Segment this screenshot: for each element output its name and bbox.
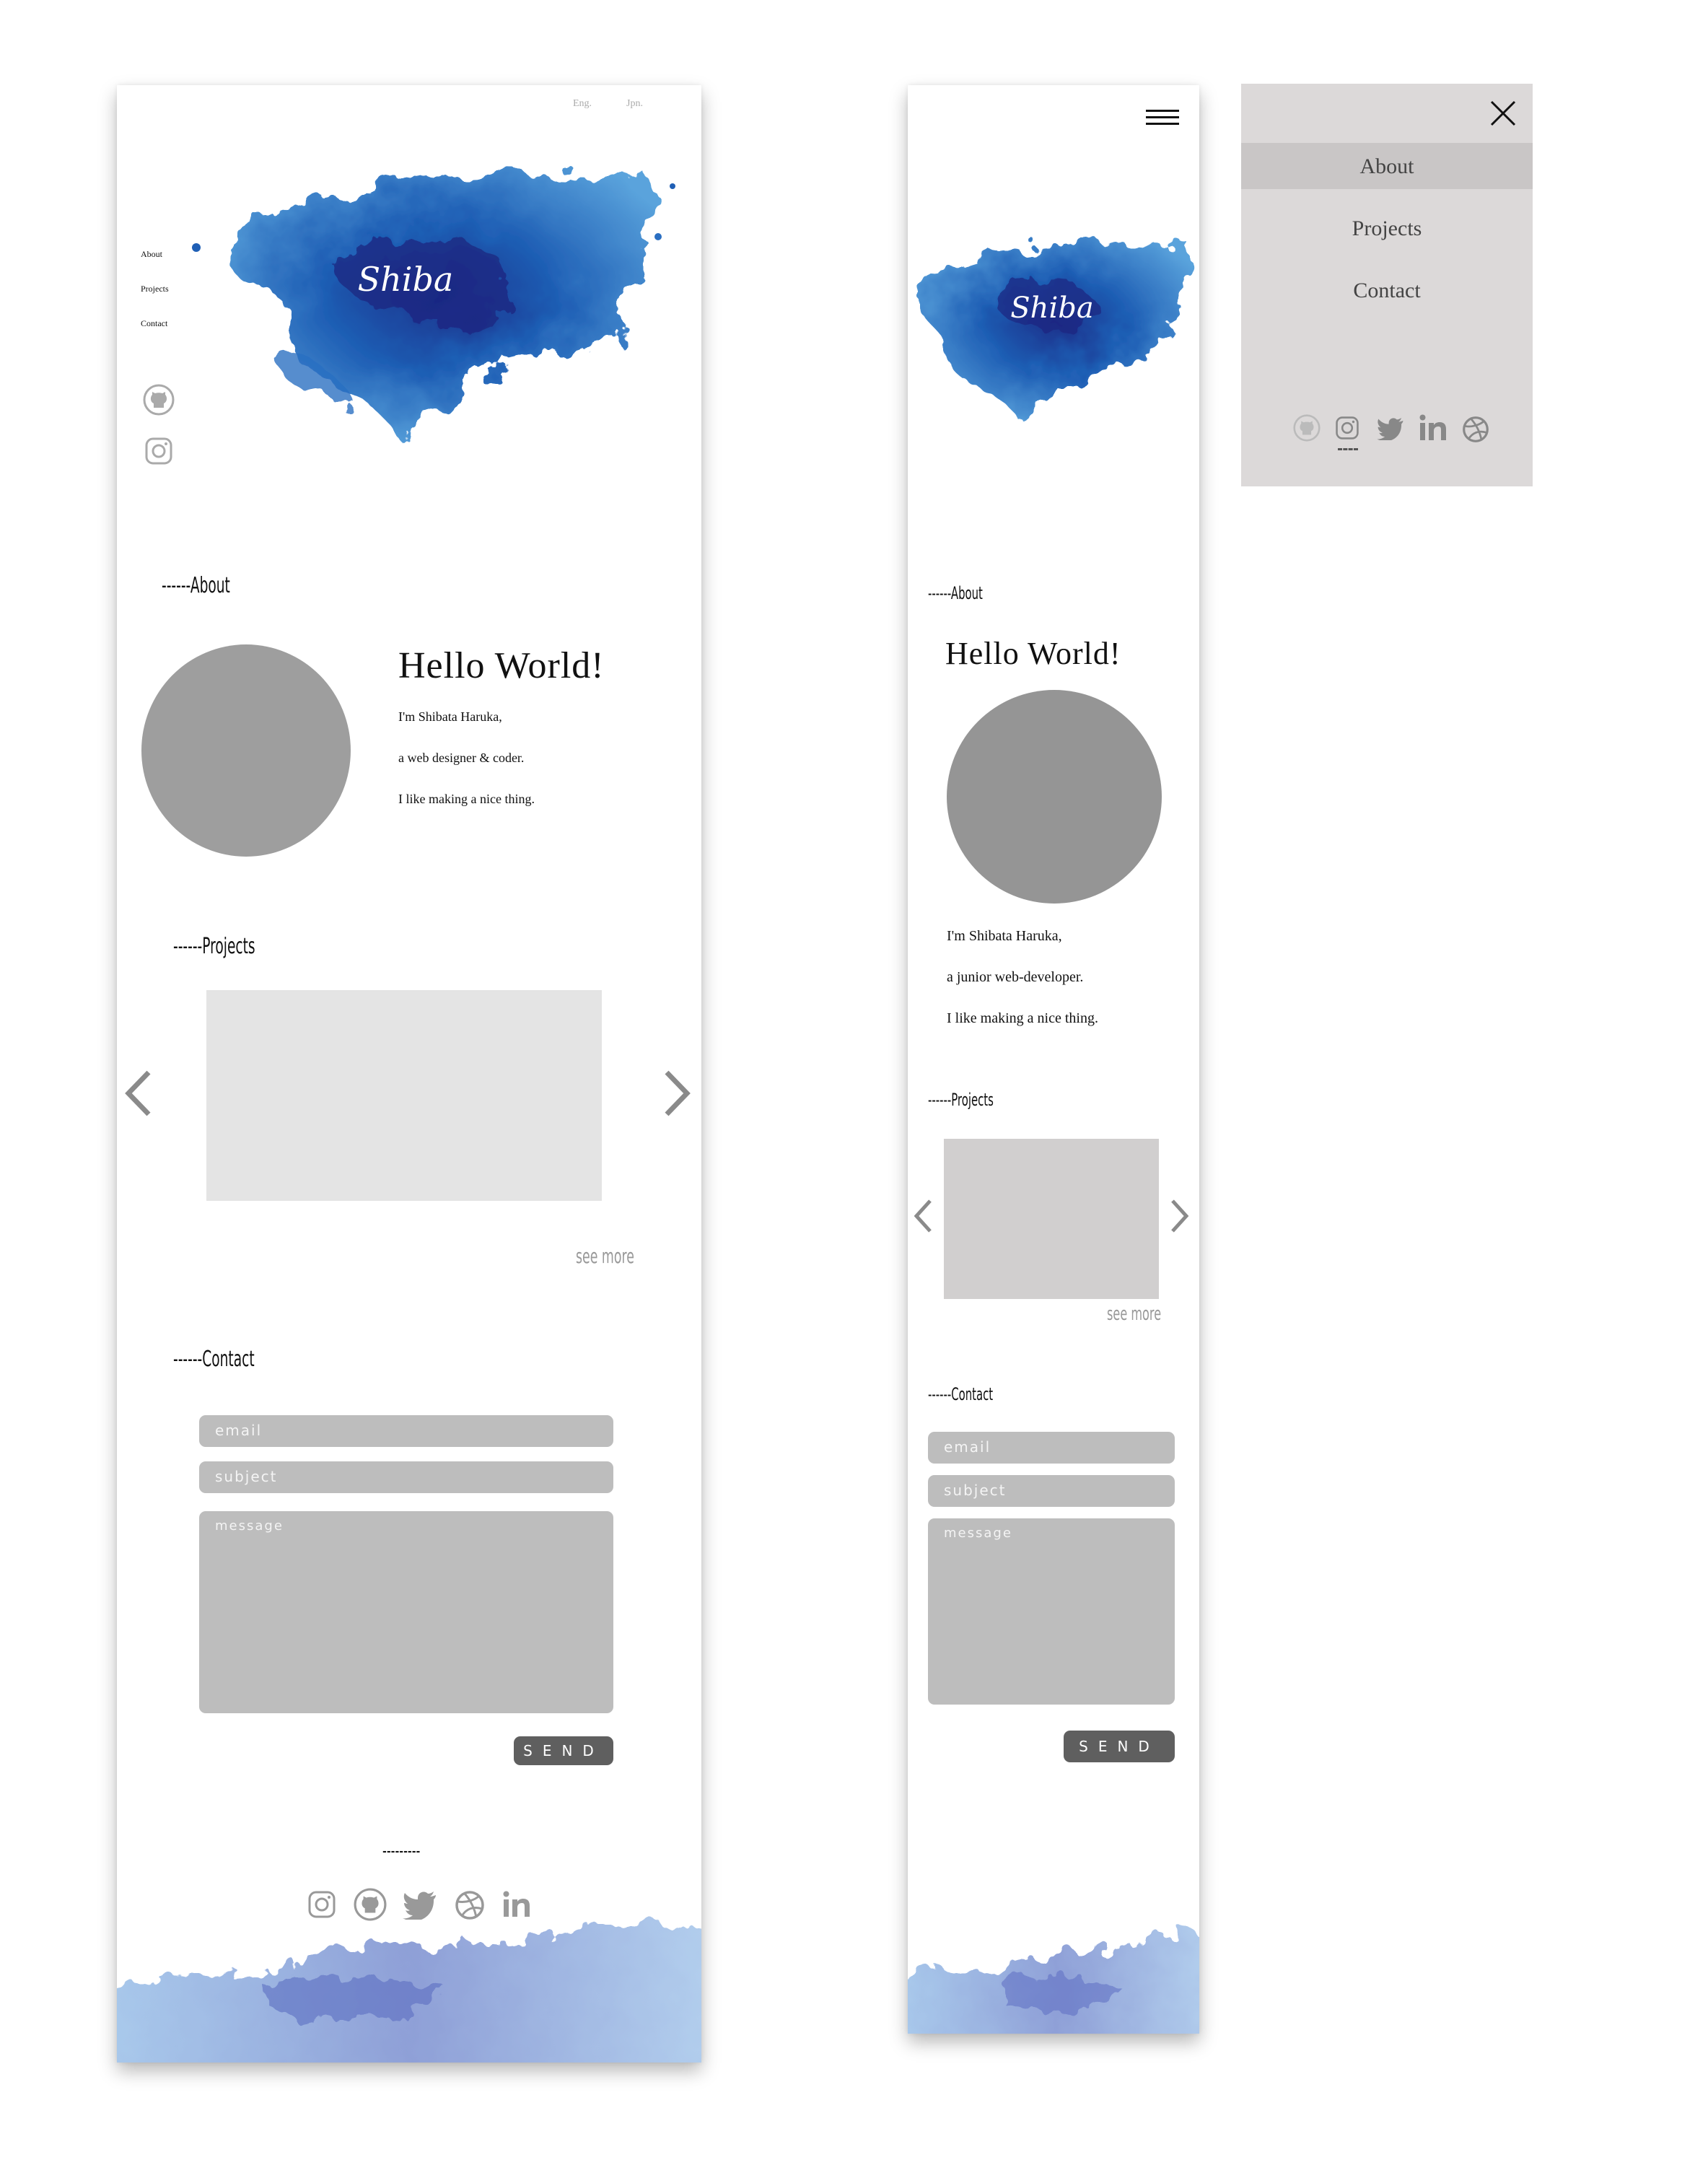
footer-divider: --------- [382,1840,421,1862]
see-more-link[interactable]: see more [576,1244,634,1268]
lang-eng-link[interactable]: Eng. [573,98,592,110]
logo-text: Shiba [358,260,454,299]
send-button[interactable]: SEND [1064,1731,1175,1762]
subject-field[interactable]: subject [199,1461,613,1493]
menu-item-label: Projects [1352,216,1422,240]
logo-text: Shiba [1010,292,1093,325]
about-line-3: I like making a nice thing. [398,792,535,806]
menu-item-about[interactable]: About [1241,143,1533,189]
active-indicator [1338,448,1358,450]
close-icon[interactable] [1489,100,1517,127]
watercolor-logo: Shiba [192,172,675,446]
menu-item-contact[interactable]: Contact [1241,267,1533,313]
project-slide-placeholder[interactable] [206,990,602,1201]
profile-photo-placeholder [947,690,1162,904]
message-field[interactable]: message [199,1511,613,1713]
send-button[interactable]: SEND [514,1736,613,1765]
side-nav-projects[interactable]: Projects [141,284,169,294]
message-field[interactable]: message [928,1518,1175,1705]
email-field[interactable]: email [928,1432,1175,1464]
projects-heading: ------Projects [928,1090,994,1110]
about-line-2: a web designer & coder. [398,751,525,765]
twitter-icon[interactable] [1377,417,1404,440]
projects-heading: ------Projects [173,934,255,959]
carousel-prev-icon[interactable] [912,1198,934,1234]
mobile-page: Shiba ------About Hello World! I'm Shiba… [908,85,1199,2034]
instagram-icon[interactable] [144,437,173,465]
profile-photo-placeholder [141,644,351,857]
github-icon[interactable] [1293,414,1321,442]
menu-item-label: Contact [1353,279,1421,302]
about-line-1: I'm Shibata Haruka, [398,709,502,724]
project-slide-placeholder[interactable] [944,1139,1159,1299]
menu-item-label: About [1359,154,1414,178]
watercolor-footer [908,1930,1199,2034]
about-line-1: I'm Shibata Haruka, [947,928,1062,944]
hello-heading: Hello World! [945,636,1121,671]
github-icon[interactable] [143,384,175,416]
email-field[interactable]: email [199,1415,613,1447]
hamburger-menu-icon[interactable] [1146,107,1179,128]
side-nav-about[interactable]: About [141,249,162,260]
side-nav-contact[interactable]: Contact [141,318,167,329]
about-heading: ------About [928,583,983,603]
carousel-next-icon[interactable] [662,1070,691,1117]
contact-heading: ------Contact [173,1347,255,1372]
hello-heading: Hello World! [398,645,605,686]
desktop-page: Eng. Jpn. Shiba About Projects Contact -… [117,85,701,2063]
see-more-link[interactable]: see more [1107,1303,1161,1325]
watercolor-logo: Shiba [921,242,1191,424]
about-heading: ------About [162,573,230,598]
about-line-2: a junior web-developer. [947,969,1084,985]
contact-heading: ------Contact [928,1384,994,1404]
subject-field[interactable]: subject [928,1475,1175,1507]
watercolor-footer [117,1925,701,2063]
instagram-icon[interactable] [1335,416,1359,440]
carousel-next-icon[interactable] [1169,1198,1191,1234]
mobile-menu-panel: About Projects Contact [1241,84,1533,486]
lang-jpn-link[interactable]: Jpn. [626,98,643,110]
dribbble-icon[interactable] [1462,416,1489,443]
menu-item-projects[interactable]: Projects [1241,205,1533,251]
linkedin-icon[interactable] [1419,414,1448,442]
about-line-3: I like making a nice thing. [947,1010,1098,1026]
carousel-prev-icon[interactable] [124,1070,153,1117]
